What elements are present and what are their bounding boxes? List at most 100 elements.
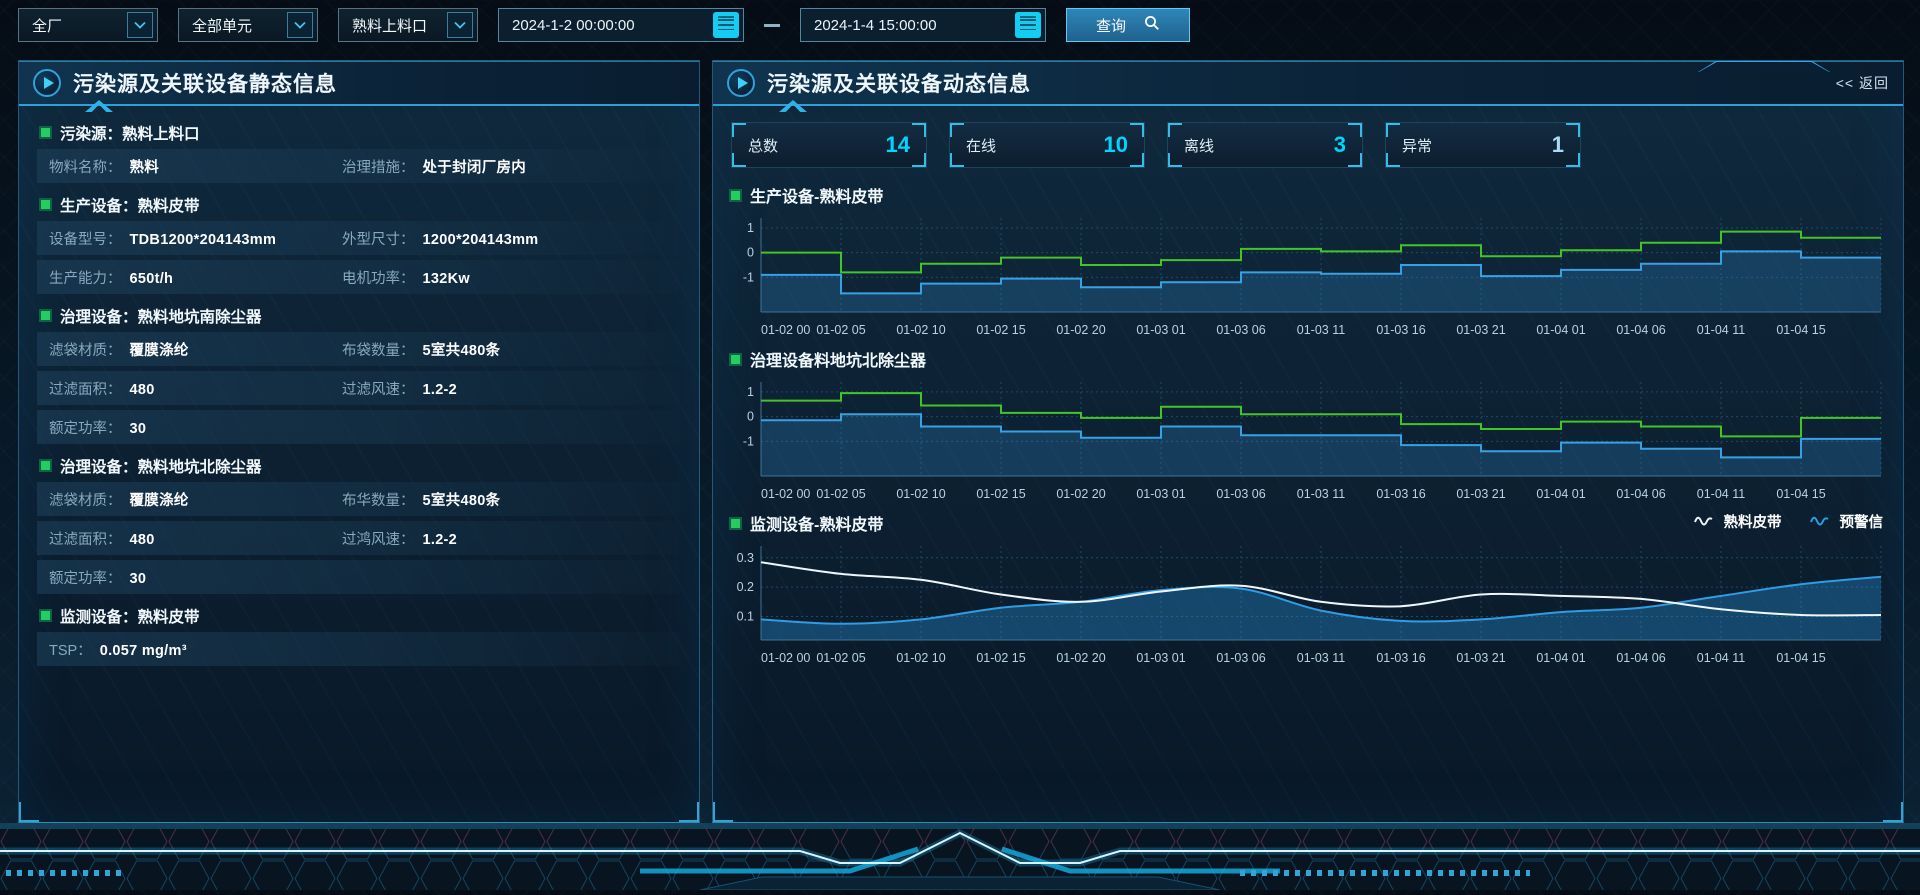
svg-text:01-02 05: 01-02 05	[816, 323, 865, 337]
svg-text:01-04 06: 01-04 06	[1616, 323, 1665, 337]
dynamic-panel-body: 总数 14 在线 10 离线 3 异常 1	[713, 106, 1903, 670]
field-value: 1200*204143mm	[423, 232, 539, 248]
green-square-icon	[731, 519, 740, 528]
info-row: 过滤面积：480 过滤风速：1.2-2	[37, 371, 679, 405]
unit-select[interactable]: 全部单元	[178, 8, 318, 42]
wave-line-icon	[1810, 514, 1832, 530]
unit-select-value: 全部单元	[192, 15, 252, 36]
svg-text:01-04 01: 01-04 01	[1536, 651, 1585, 665]
green-square-icon	[41, 461, 50, 470]
stat-card-total: 总数 14	[731, 122, 927, 168]
svg-text:01-02 15: 01-02 15	[976, 651, 1025, 665]
info-row: 生产能力： 650t/h 电机功率：132Kw	[37, 260, 679, 294]
chart-title-row: 监测设备-熟料皮带 熟料皮带 预警信	[731, 508, 1885, 538]
svg-text:01-02 20: 01-02 20	[1056, 323, 1105, 337]
svg-text:01-04 15: 01-04 15	[1776, 323, 1825, 337]
svg-text:01-02 20: 01-02 20	[1056, 651, 1105, 665]
field-value: 480	[130, 532, 155, 548]
field-label: 滤袋材质：	[49, 339, 122, 360]
section-title: 治理设备：熟料地坑南除尘器	[60, 305, 262, 327]
svg-text:01-04 15: 01-04 15	[1776, 651, 1825, 665]
svg-text:01-03 01: 01-03 01	[1136, 487, 1185, 501]
green-square-icon	[41, 128, 50, 137]
svg-text:0.3: 0.3	[737, 551, 754, 565]
monitoring-line-chart: 0.30.20.101-02 0001-02 0501-02 1001-02 1…	[731, 538, 1885, 670]
svg-text:01-02 10: 01-02 10	[896, 487, 945, 501]
calendar-icon[interactable]	[1015, 12, 1041, 38]
section-header: 生产设备：熟料皮带	[27, 188, 685, 221]
query-button-label: 查询	[1096, 15, 1126, 36]
info-cell: 额定功率： 30	[49, 567, 342, 588]
field-label: 物料名称：	[49, 156, 122, 177]
field-value: TDB1200*204143mm	[130, 232, 277, 248]
info-cell: 电机功率：132Kw	[342, 267, 470, 288]
field-value: 0.057 mg/m³	[100, 643, 187, 659]
svg-text:0.2: 0.2	[737, 580, 754, 594]
field-label: 滤袋材质：	[49, 489, 122, 510]
field-value: 5室共480条	[423, 339, 501, 360]
end-datetime-input[interactable]: 2024-1-4 15:00:00	[800, 8, 1046, 42]
back-tab-decoration	[1689, 61, 1839, 72]
section-title: 治理设备：熟料地坑北除尘器	[60, 455, 262, 477]
svg-text:01-03 01: 01-03 01	[1136, 651, 1185, 665]
chart-title: 生产设备-熟料皮带	[750, 183, 883, 207]
info-row: 物料名称：熟料 治理措施：处于封闭厂房内	[37, 149, 679, 183]
section-title: 污染源：熟料上料口	[60, 122, 200, 144]
play-circle-icon	[727, 69, 755, 97]
field-value: 30	[130, 571, 147, 587]
field-value: 650t/h	[130, 271, 174, 287]
stats-row: 总数 14 在线 10 离线 3 异常 1	[731, 122, 1885, 168]
calendar-icon[interactable]	[713, 12, 739, 38]
legend-item[interactable]: 预警信	[1810, 511, 1884, 532]
field-value: 5室共480条	[423, 489, 501, 510]
static-panel-title: 污染源及关联设备静态信息	[73, 68, 337, 98]
svg-text:-1: -1	[743, 434, 754, 448]
svg-text:01-03 11: 01-03 11	[1297, 487, 1345, 501]
field-label: TSP：	[49, 639, 92, 660]
legend-item[interactable]: 熟料皮带	[1694, 511, 1782, 532]
start-datetime-input[interactable]: 2024-1-2 00:00:00	[498, 8, 744, 42]
back-link[interactable]: << 返回	[1836, 73, 1889, 93]
field-label: 电机功率：	[342, 267, 415, 288]
svg-text:01-04 06: 01-04 06	[1616, 487, 1665, 501]
svg-text:01-03 11: 01-03 11	[1297, 323, 1345, 337]
info-cell: 生产能力： 650t/h	[49, 267, 342, 288]
chart-title: 监测设备-熟料皮带	[750, 511, 883, 535]
stat-card-offline: 离线 3	[1167, 122, 1363, 168]
info-row: 过滤面积：480 过鸿风速：1.2-2	[37, 521, 679, 555]
main-area: 污染源及关联设备静态信息 污染源：熟料上料口 物料名称：熟料 治理措施：处于封闭…	[18, 60, 1902, 823]
field-label: 额定功率：	[49, 567, 122, 588]
svg-text:01-03 16: 01-03 16	[1376, 651, 1425, 665]
field-label: 外型尺寸：	[342, 228, 415, 249]
plant-select[interactable]: 全厂	[18, 8, 158, 42]
point-select[interactable]: 熟料上料口	[338, 8, 478, 42]
chevron-down-icon[interactable]	[447, 12, 473, 38]
field-label: 生产能力：	[49, 267, 122, 288]
info-cell: 治理措施：处于封闭厂房内	[342, 156, 526, 177]
svg-text:01-02 00: 01-02 00	[761, 323, 810, 337]
svg-text:01-02 10: 01-02 10	[896, 651, 945, 665]
field-value: 1.2-2	[423, 532, 458, 548]
section-header: 治理设备：熟料地坑北除尘器	[27, 449, 685, 482]
svg-text:01-04 11: 01-04 11	[1697, 487, 1745, 501]
svg-text:01-02 15: 01-02 15	[976, 487, 1025, 501]
info-cell: TSP： 0.057 mg/m³	[49, 639, 342, 660]
chevron-down-icon[interactable]	[287, 12, 313, 38]
query-button[interactable]: 查询	[1066, 8, 1190, 42]
info-cell: 过滤面积：480	[49, 528, 342, 549]
info-cell: 外型尺寸： 1200*204143mm	[342, 228, 538, 249]
dynamic-panel-header: 污染源及关联设备动态信息 << 返回	[713, 61, 1903, 106]
svg-text:-1: -1	[743, 270, 754, 284]
field-label: 设备型号：	[49, 228, 122, 249]
stat-label: 总数	[748, 135, 778, 156]
info-cell: 设备型号： TDB1200*204143mm	[49, 228, 342, 249]
info-row: 设备型号： TDB1200*204143mm 外型尺寸： 1200*204143mm	[37, 221, 679, 255]
svg-text:01-04 11: 01-04 11	[1697, 651, 1745, 665]
stat-label: 离线	[1184, 135, 1214, 156]
chevron-down-icon[interactable]	[127, 12, 153, 38]
svg-text:01-03 11: 01-03 11	[1297, 651, 1345, 665]
info-row: 滤袋材质：覆膜涤纶 布袋数量：5室共480条	[37, 332, 679, 366]
plant-select-value: 全厂	[32, 15, 62, 36]
field-value: 480	[130, 382, 155, 398]
info-row: 滤袋材质：覆膜涤纶 布华数量：5室共480条	[37, 482, 679, 516]
